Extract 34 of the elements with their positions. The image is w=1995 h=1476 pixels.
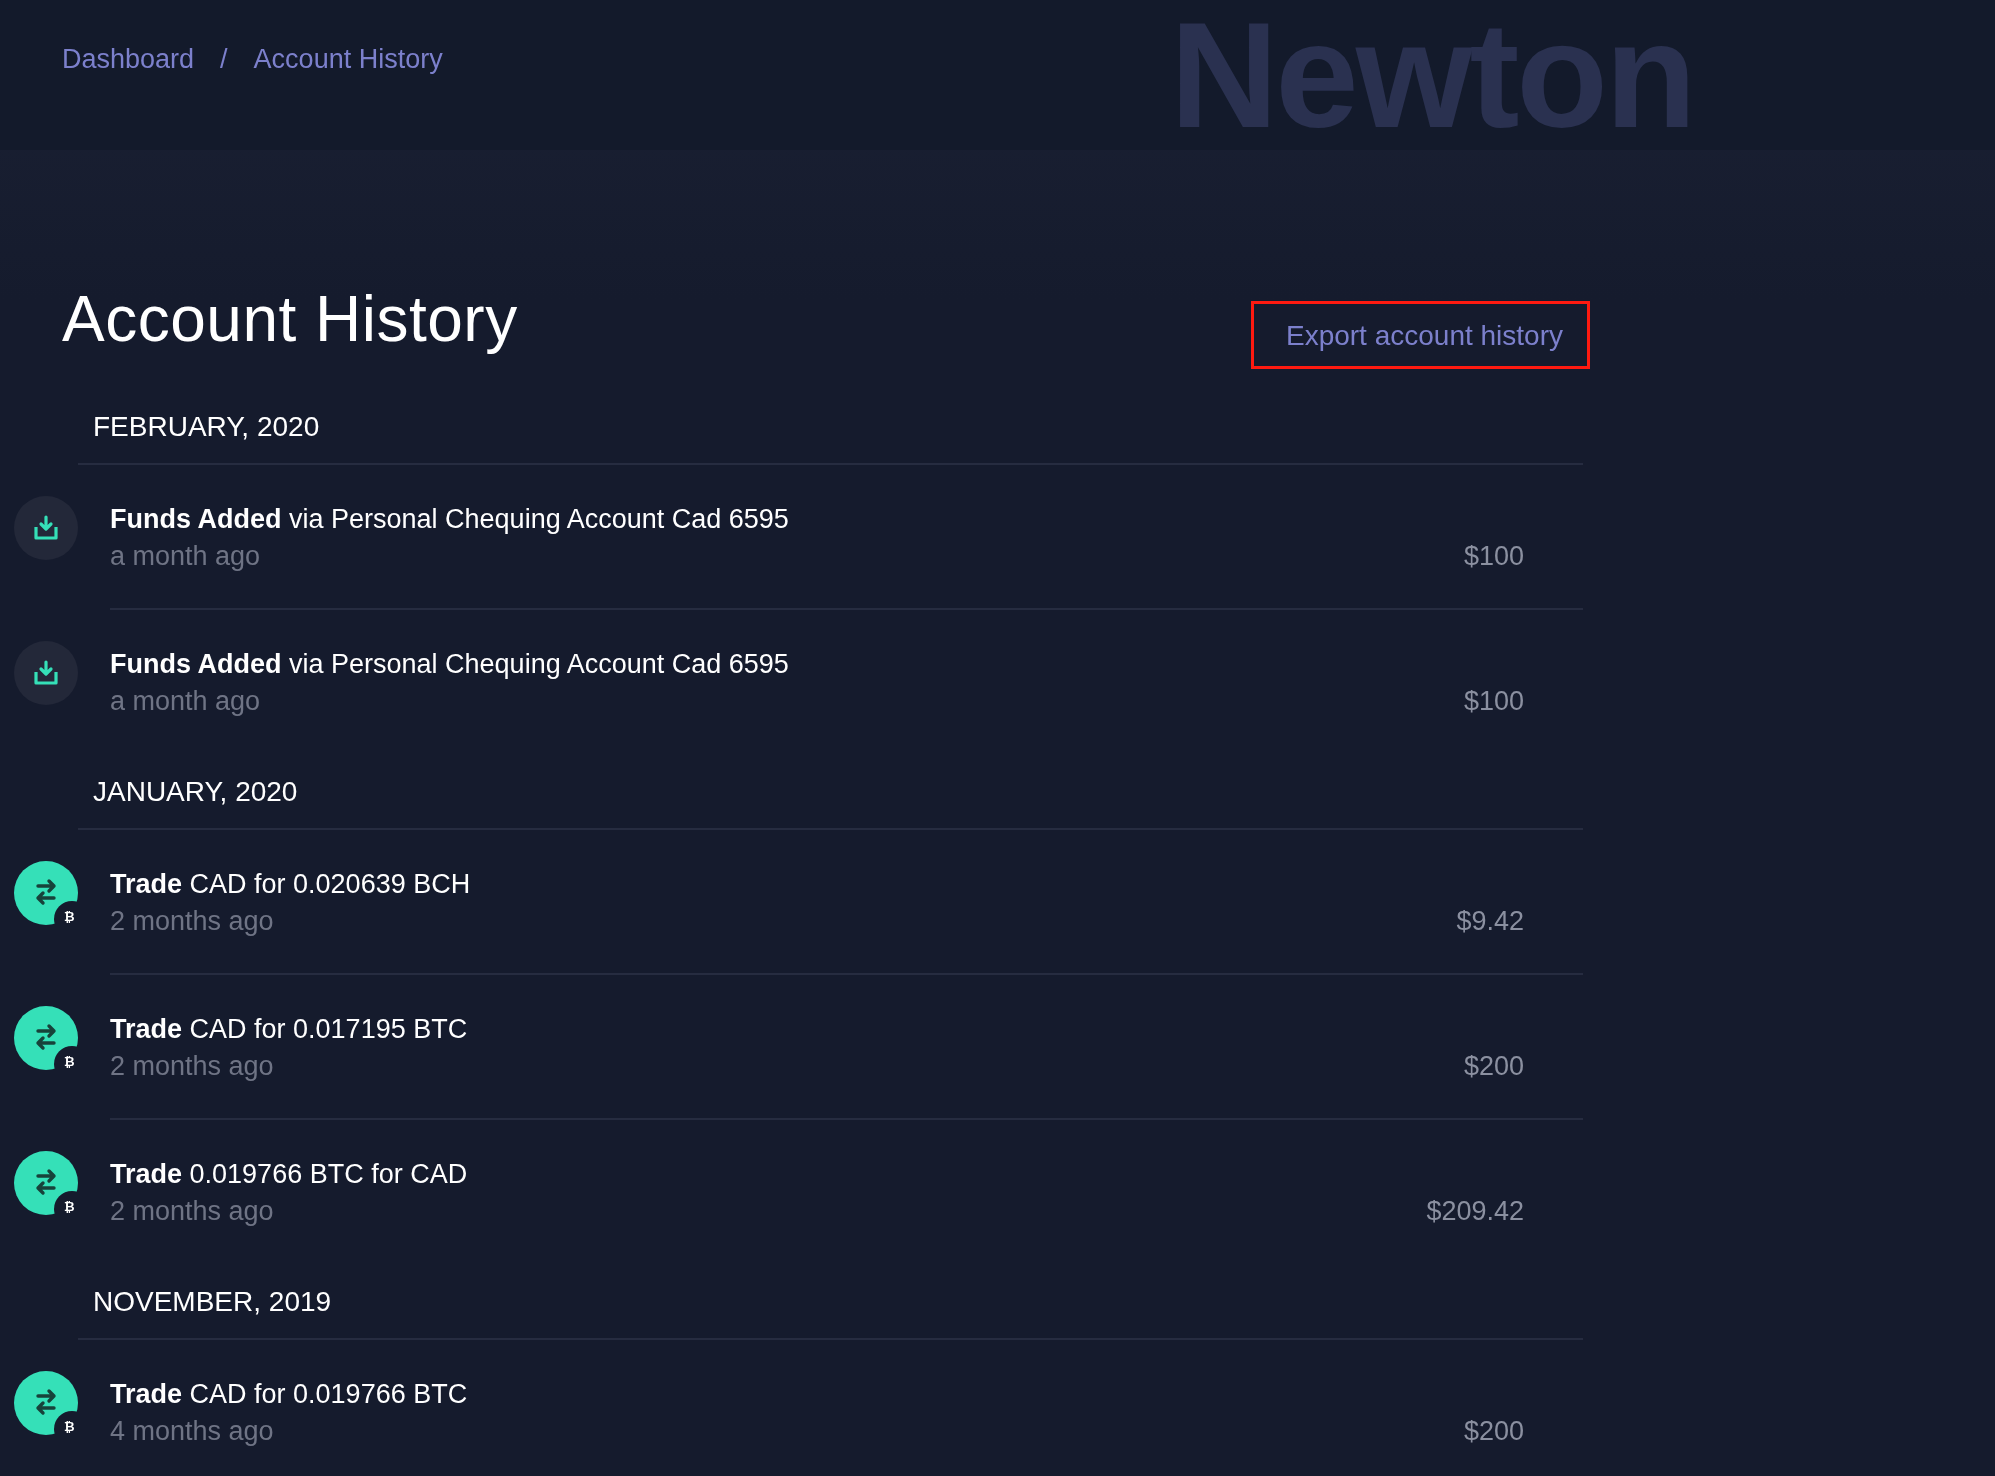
- transaction-title: Trade 0.019766 BTC for CAD: [110, 1158, 469, 1191]
- transaction-amount: $100: [1463, 685, 1525, 718]
- exchange-icon: [14, 861, 78, 925]
- transaction-title: Funds Added via Personal Chequing Account Cad 6595: [110, 648, 790, 681]
- transaction-title: Funds Added via Personal Chequing Account Cad 6595: [110, 503, 790, 536]
- transaction-title: Trade CAD for 0.020639 BCH: [110, 868, 472, 901]
- exchange-icon: [14, 1006, 78, 1070]
- transaction-time: a month ago: [110, 540, 262, 573]
- month-heading: NOVEMBER, 2019: [92, 1285, 333, 1319]
- breadcrumb-link[interactable]: Account History: [253, 44, 443, 75]
- transaction-time: 4 months ago: [110, 1415, 275, 1448]
- breadcrumb-separator: /: [220, 44, 228, 75]
- breadcrumb-link[interactable]: Dashboard: [62, 44, 195, 75]
- coin-symbol: ₿: [64, 1200, 75, 1213]
- transaction-amount: $100: [1463, 540, 1525, 573]
- transaction-title: Trade CAD for 0.019766 BTC: [110, 1378, 469, 1411]
- coin-symbol: ₿: [64, 910, 75, 923]
- transaction-amount: $209.42: [1426, 1195, 1525, 1228]
- coin-symbol: ₿: [64, 1420, 75, 1433]
- transaction-time: 2 months ago: [110, 905, 275, 938]
- transaction-amount: $200: [1463, 1050, 1525, 1083]
- exchange-icon: [14, 1151, 78, 1215]
- coin-symbol: ₿: [64, 1055, 75, 1068]
- exchange-icon: [14, 1371, 78, 1435]
- transaction-amount: $200: [1463, 1415, 1525, 1448]
- export-button[interactable]: Export account history: [1250, 301, 1590, 369]
- transaction-amount: $9.42: [1456, 905, 1525, 938]
- transaction-time: a month ago: [110, 685, 262, 718]
- page-title: Account History: [62, 282, 518, 356]
- transaction-title: Trade CAD for 0.017195 BTC: [110, 1013, 469, 1046]
- month-heading: JANUARY, 2020: [92, 775, 299, 809]
- month-heading: FEBRUARY, 2020: [92, 410, 321, 444]
- transaction-time: 2 months ago: [110, 1050, 275, 1083]
- transaction-time: 2 months ago: [110, 1195, 275, 1228]
